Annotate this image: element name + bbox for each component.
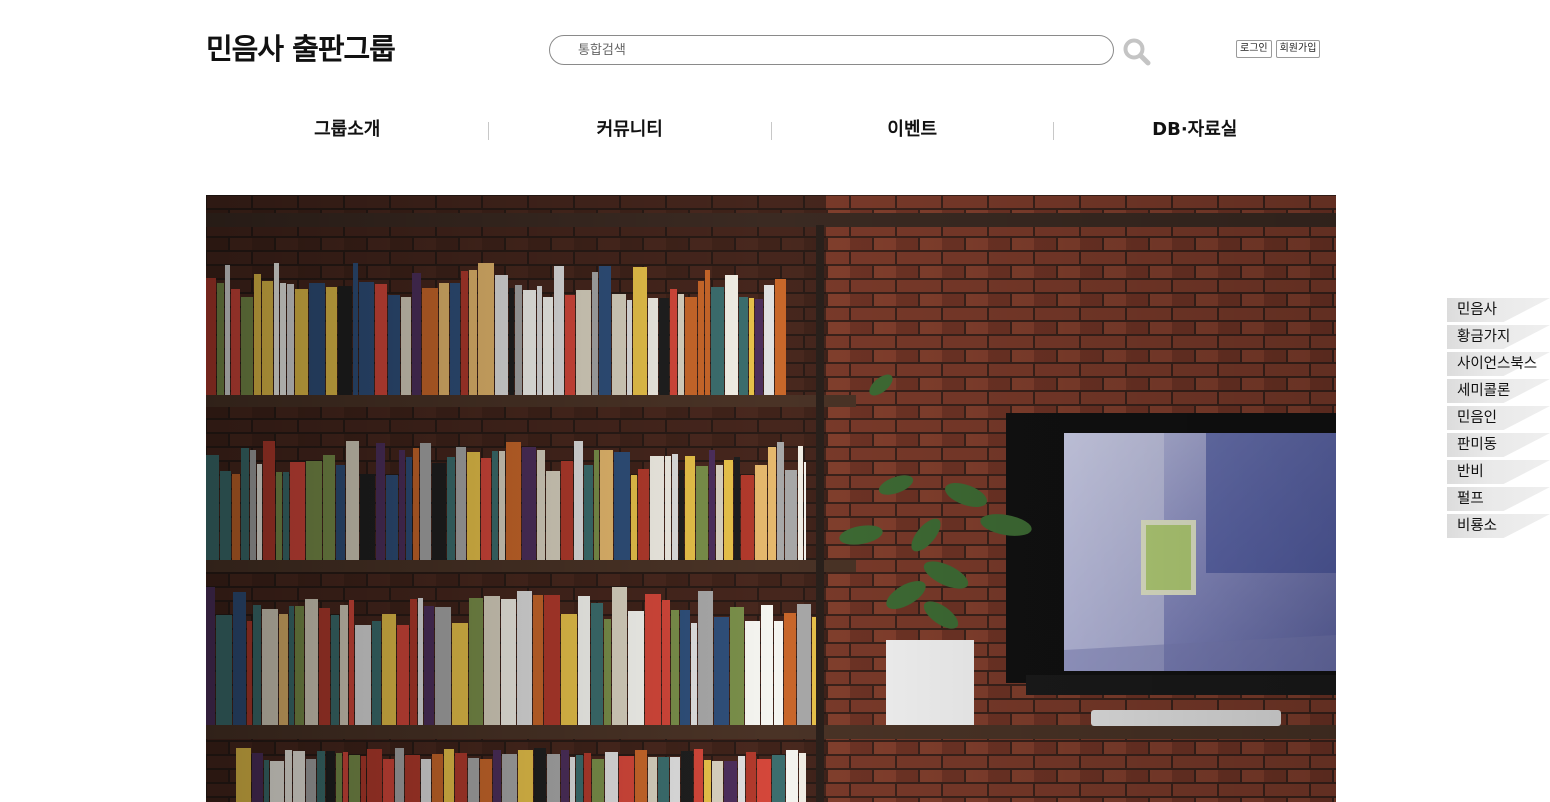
- imprint-minumin[interactable]: 민음인: [1447, 406, 1550, 430]
- nav-divider: [771, 122, 772, 140]
- signup-button[interactable]: 회원가입: [1275, 40, 1321, 58]
- imprint-menu: 민음사 황금가지 사이언스북스 세미콜론 민음인 판미동 반비 펄프 비룡소: [1447, 298, 1550, 541]
- imprint-semicolon[interactable]: 세미콜론: [1447, 379, 1550, 403]
- nav-item-community[interactable]: 커뮤니티: [489, 110, 772, 152]
- imprint-pulp[interactable]: 펄프: [1447, 487, 1550, 511]
- imprint-minumsa[interactable]: 민음사: [1447, 298, 1550, 322]
- nav-divider: [488, 122, 489, 140]
- imprint-panmidong[interactable]: 판미동: [1447, 433, 1550, 457]
- login-button[interactable]: 로그인: [1236, 40, 1272, 58]
- imprint-banbi[interactable]: 반비: [1447, 460, 1550, 484]
- nav-item-about[interactable]: 그룹소개: [206, 110, 489, 152]
- main-nav: 그룹소개 커뮤니티 이벤트 DB·자료실: [206, 110, 1336, 152]
- nav-divider: [1053, 122, 1054, 140]
- account-links: 로그인 회원가입: [1236, 40, 1321, 58]
- search-box: [549, 35, 1114, 65]
- imprint-goldenbough[interactable]: 황금가지: [1447, 325, 1550, 349]
- imprint-bir[interactable]: 비룡소: [1447, 514, 1550, 538]
- search-icon[interactable]: [1122, 37, 1152, 67]
- site-logo[interactable]: 민음사 출판그룹: [206, 30, 396, 68]
- nav-item-event[interactable]: 이벤트: [771, 110, 1054, 152]
- nav-item-db[interactable]: DB·자료실: [1054, 110, 1337, 152]
- imprint-sciencebooks[interactable]: 사이언스북스: [1447, 352, 1550, 376]
- search-input[interactable]: [578, 41, 1078, 59]
- hero-image: [206, 195, 1336, 802]
